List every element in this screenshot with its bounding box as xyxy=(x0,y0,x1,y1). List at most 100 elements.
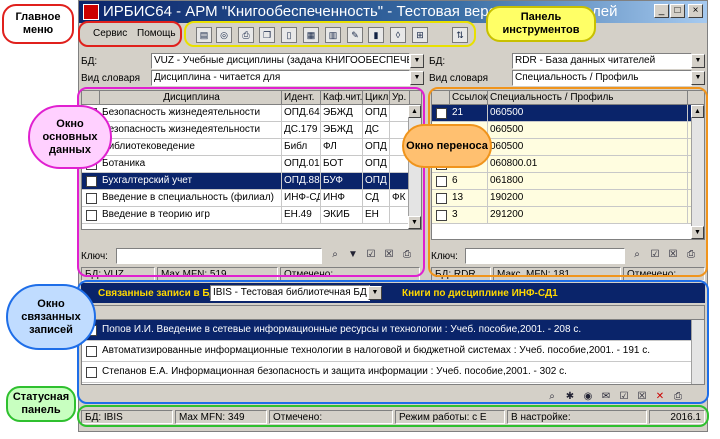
scroll-up-button[interactable]: ▲ xyxy=(408,105,421,118)
table-row[interactable]: 13 190200 xyxy=(432,190,704,207)
left-db-select[interactable]: VUZ - Учебные дисциплины (задача КНИГООБ… xyxy=(151,53,410,69)
related-scrollbar[interactable] xyxy=(691,320,704,384)
scroll-down-button[interactable]: ▼ xyxy=(691,226,704,239)
related-row[interactable]: Степанов Е.А. Информационная безопасност… xyxy=(82,362,704,383)
sort-icon[interactable]: ⇅ xyxy=(452,27,468,43)
callout-main-data: Окно основных данных xyxy=(28,105,112,169)
left-db-dropdown[interactable]: ▼ xyxy=(410,54,424,68)
run-icon[interactable]: ✱ xyxy=(563,390,577,404)
header-ident[interactable]: Идент. xyxy=(282,91,321,105)
cell-dept: ФЛ xyxy=(321,139,363,156)
header-specialty[interactable]: Специальность / Профиль xyxy=(488,91,688,105)
books-icon[interactable]: ▮ xyxy=(368,27,384,43)
scroll-up-button[interactable]: ▲ xyxy=(691,105,704,118)
related-db-dropdown[interactable]: ▼ xyxy=(368,286,382,300)
row-checkbox[interactable] xyxy=(86,193,97,204)
print-icon[interactable]: ⎙ xyxy=(671,390,685,404)
table-row[interactable]: Ботаника ОПД.01 БОТ ОПД xyxy=(82,156,421,173)
right-scrollbar[interactable] xyxy=(691,105,704,239)
check-icon[interactable]: ☑ xyxy=(648,248,662,262)
related-row-selected[interactable]: Попов И.И. Введение в сетевые информацио… xyxy=(82,320,704,341)
scroll-down-button[interactable]: ▼ xyxy=(408,216,421,229)
right-dict-label: Вид словаря xyxy=(429,73,489,84)
cell-ident: Библ xyxy=(282,139,321,156)
left-dict-dropdown[interactable]: ▼ xyxy=(410,71,424,85)
edit-icon[interactable]: ✎ xyxy=(347,27,363,43)
table-row[interactable]: Введение в теорию игр ЕН.49 ЭКИБ ЕН xyxy=(82,207,421,224)
copy-icon[interactable]: ❐ xyxy=(259,27,275,43)
row-checkbox[interactable] xyxy=(436,193,447,204)
mail-icon[interactable]: ✉ xyxy=(599,390,613,404)
header-check[interactable] xyxy=(432,91,450,105)
row-checkbox[interactable] xyxy=(86,210,97,221)
cell-ident: ЕН.49 xyxy=(282,207,321,224)
search-icon[interactable]: ⌕ xyxy=(545,390,559,404)
left-dict-select[interactable]: Дисциплина - читается для xyxy=(151,70,410,86)
table-row[interactable]: 3 291200 xyxy=(432,207,704,224)
check-icon[interactable]: ☑ xyxy=(364,248,378,262)
cell-cycle: ОПД xyxy=(363,156,390,173)
left-status-db: БД: VUZ xyxy=(81,267,155,281)
header-check[interactable] xyxy=(82,91,100,105)
row-checkbox[interactable] xyxy=(86,367,97,378)
search-icon[interactable]: ⌕ xyxy=(328,248,342,262)
report-icon[interactable]: ▦ xyxy=(303,27,319,43)
table-row[interactable]: Безопасность жизнедеятельности ДС.179 ЭБЖД… xyxy=(82,122,421,139)
header-level[interactable]: Ур. xyxy=(390,91,410,105)
header-cycle[interactable]: Цикл xyxy=(363,91,390,105)
header-links[interactable]: Ссылок xyxy=(450,91,488,105)
maximize-button[interactable]: □ xyxy=(670,4,685,18)
related-row[interactable]: Автоматизированные информационные технол… xyxy=(82,341,704,362)
print-icon[interactable]: ⎙ xyxy=(400,248,414,262)
cell-dept: ЭБЖД xyxy=(321,122,363,139)
cell-links: 21 xyxy=(450,105,488,122)
minimize-button[interactable]: _ xyxy=(654,4,669,18)
print-icon[interactable]: ⎙ xyxy=(238,27,254,43)
right-status-marked: Отмечено: xyxy=(623,267,705,281)
table-icon[interactable]: ▥ xyxy=(325,27,341,43)
row-checkbox[interactable] xyxy=(436,176,447,187)
header-discipline[interactable]: Дисциплина xyxy=(100,91,282,105)
view-icon[interactable]: ◉ xyxy=(581,390,595,404)
row-checkbox[interactable] xyxy=(436,108,447,119)
menu-service[interactable]: Сервис xyxy=(93,28,127,39)
print-icon[interactable]: ⎙ xyxy=(684,248,698,262)
page-icon[interactable]: ▯ xyxy=(281,27,297,43)
table-row[interactable]: Введение в специальность (филиал) ИНФ-СД И… xyxy=(82,190,421,207)
table-row[interactable]: 6 061800 xyxy=(432,173,704,190)
target-icon[interactable]: ◎ xyxy=(216,27,232,43)
document-icon[interactable]: ▤ xyxy=(196,27,212,43)
row-checkbox[interactable] xyxy=(86,346,97,357)
filter-icon[interactable]: ▼ xyxy=(346,248,360,262)
row-checkbox[interactable] xyxy=(436,210,447,221)
cell-specialty: 060800.01 xyxy=(488,156,688,173)
table-row[interactable]: Безопасность жизнедеятельности ОПД.64 ЭБЖД… xyxy=(82,105,421,122)
close-button[interactable]: × xyxy=(688,4,703,18)
tree-icon[interactable]: ⊞ xyxy=(412,27,428,43)
delete-icon[interactable]: ✕ xyxy=(653,390,667,404)
uncheck-icon[interactable]: ☒ xyxy=(635,390,649,404)
row-checkbox[interactable] xyxy=(86,176,97,187)
right-key-input[interactable] xyxy=(465,248,625,264)
cell-ident: ИНФ-СД xyxy=(282,190,321,207)
table-row-selected[interactable]: Бухгалтерский учет ОПД.88 БУФ ОПД xyxy=(82,173,421,190)
cell-links: 6 xyxy=(450,173,488,190)
right-dict-select[interactable]: Специальность / Профиль xyxy=(512,70,692,86)
uncheck-icon[interactable]: ☒ xyxy=(382,248,396,262)
uncheck-icon[interactable]: ☒ xyxy=(666,248,680,262)
search-icon[interactable]: ⌕ xyxy=(630,248,644,262)
table-row[interactable]: Библиотековедение Библ ФЛ ОПД xyxy=(82,139,421,156)
right-db-select[interactable]: RDR - База данных читателей xyxy=(512,53,692,69)
right-db-dropdown[interactable]: ▼ xyxy=(691,54,705,68)
header-dept[interactable]: Каф.чит. xyxy=(321,91,363,105)
related-record-text: Попов И.И. Введение в сетевые информацио… xyxy=(102,324,582,335)
callout-related: Окно связанных записей xyxy=(6,284,96,350)
menu-help[interactable]: Помощь xyxy=(137,28,176,39)
check-icon[interactable]: ☑ xyxy=(617,390,631,404)
cell-cycle: ЕН xyxy=(363,207,390,224)
related-db-select[interactable]: IBIS - Тестовая библиотечная БД xyxy=(210,285,370,301)
left-key-input[interactable] xyxy=(116,248,322,264)
right-dict-dropdown[interactable]: ▼ xyxy=(691,71,705,85)
filter-icon[interactable]: ◊ xyxy=(390,27,406,43)
table-row-selected[interactable]: 21 060500 xyxy=(432,105,704,122)
